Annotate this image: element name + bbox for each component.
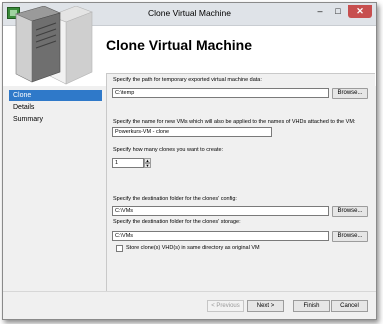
wizard-content: Specify the path for temporary exported … — [106, 73, 375, 292]
page-title: Clone Virtual Machine — [106, 37, 252, 53]
close-icon[interactable]: ✕ — [348, 5, 372, 18]
server-graphic — [15, 6, 93, 85]
wizard-footer: < Previous Next > Finish Cancel — [3, 291, 376, 319]
browse-storage-button[interactable]: Browse... — [332, 231, 368, 242]
storage-folder-label: Specify the destination folder for the c… — [113, 219, 241, 225]
wizard-sidebar: Clone Details Summary — [3, 86, 103, 319]
stepper-down-icon[interactable]: ▼ — [144, 163, 151, 168]
browse-temp-button[interactable]: Browse... — [332, 88, 368, 99]
vm-name-input[interactable]: Powerkurs-VM - clone — [112, 127, 272, 137]
sidebar-item-details[interactable]: Details — [9, 102, 102, 113]
sidebar-item-summary[interactable]: Summary — [9, 114, 102, 125]
finish-button[interactable]: Finish — [293, 300, 330, 312]
clone-vm-window: Clone Virtual Machine – □ ✕ Clone Virtua… — [2, 2, 377, 320]
clones-count-stepper[interactable]: ▲ ▼ — [144, 158, 151, 168]
config-folder-input[interactable]: C:\VMs — [112, 206, 329, 216]
clones-count-input[interactable]: 1 — [112, 158, 144, 168]
maximize-icon[interactable]: □ — [329, 5, 347, 18]
previous-button[interactable]: < Previous — [207, 300, 244, 312]
temp-path-input[interactable]: C:\temp — [112, 88, 329, 98]
next-button[interactable]: Next > — [247, 300, 284, 312]
store-same-directory-checkbox[interactable] — [116, 245, 123, 252]
config-folder-label: Specify the destination folder for the c… — [113, 196, 237, 202]
vm-name-label: Specify the name for new VMs which will … — [113, 119, 356, 125]
store-same-directory-label: Store clone(s) VHD(s) in same directory … — [126, 245, 260, 251]
storage-folder-input[interactable]: C:\VMs — [112, 231, 329, 241]
temp-path-label: Specify the path for temporary exported … — [113, 77, 262, 83]
clones-count-label: Specify how many clones you want to crea… — [113, 147, 224, 153]
sidebar-item-clone[interactable]: Clone — [9, 90, 102, 101]
cancel-button[interactable]: Cancel — [331, 300, 368, 312]
minimize-icon[interactable]: – — [311, 5, 329, 18]
browse-config-button[interactable]: Browse... — [332, 206, 368, 217]
